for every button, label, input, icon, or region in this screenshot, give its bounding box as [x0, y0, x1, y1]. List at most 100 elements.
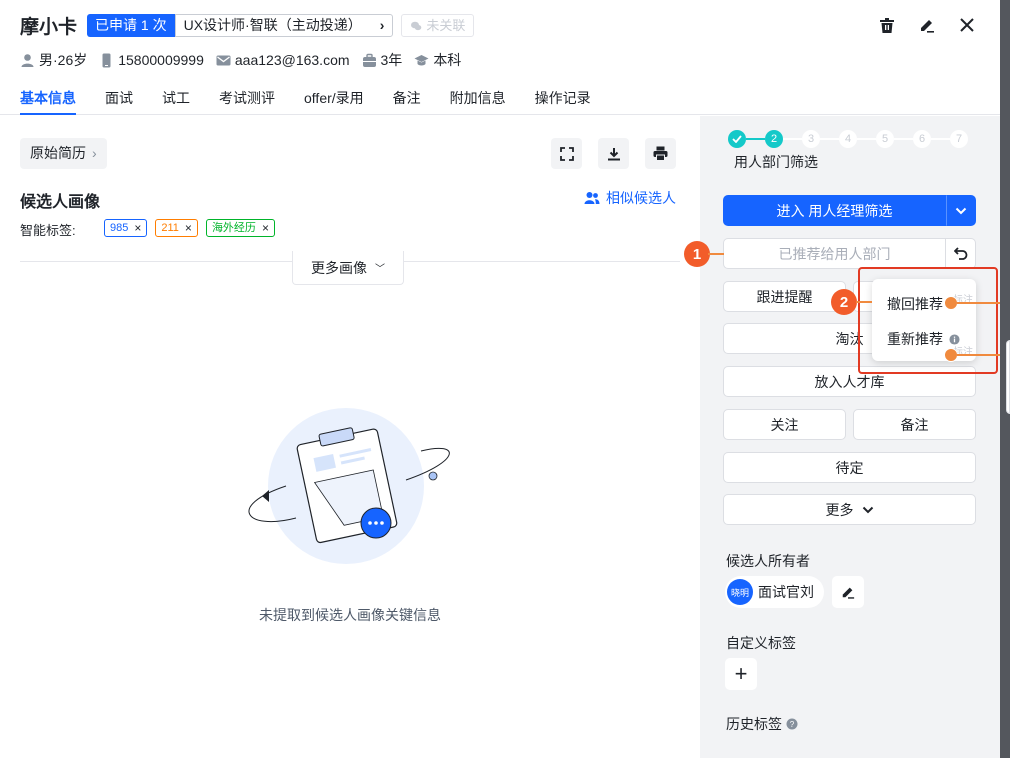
candidate-info-row: 男·26岁 15800009999 aaa123@163.com 3年 本科 — [20, 50, 461, 70]
main-panel: 原始简历 › 候选人画像 相似候选人 智能标签: 985 × 211 × 海外经历 ×… — [0, 116, 700, 758]
portrait-title: 候选人画像 — [20, 194, 101, 211]
stage-stepper: 2 3 4 5 6 7 — [728, 130, 968, 148]
briefcase-icon — [362, 53, 376, 67]
side-panel-edge — [1006, 340, 1010, 414]
similar-candidates-link[interactable]: 相似候选人 — [584, 188, 676, 208]
step-todo: 7 — [950, 130, 968, 148]
tab-offer[interactable]: offer/录用 — [304, 88, 364, 115]
annotation-connector — [708, 253, 724, 255]
step-connector — [931, 138, 950, 140]
enter-next-stage-button[interactable]: 进入 用人经理筛选 — [723, 195, 946, 226]
close-icon[interactable]: × — [262, 220, 269, 236]
tab-trial[interactable]: 试工 — [162, 88, 190, 115]
close-icon[interactable]: × — [185, 220, 192, 236]
users-icon — [584, 192, 600, 204]
original-resume-button[interactable]: 原始简历 › — [20, 138, 107, 169]
add-tag-button[interactable]: + — [725, 658, 757, 690]
plus-icon: + — [734, 661, 748, 686]
pipeline-panel: 2 3 4 5 6 7 用人部门筛选 进入 用人经理筛选 已推荐给用人部门 跟进… — [700, 116, 1000, 758]
undo-recommend-button[interactable] — [945, 238, 976, 269]
chevron-right-icon: › — [92, 145, 97, 161]
education: 本科 — [414, 50, 461, 70]
download-icon — [607, 147, 620, 160]
pending-button[interactable]: 待定 — [723, 452, 976, 483]
chevron-down-icon — [955, 207, 967, 214]
experience: 3年 — [362, 50, 402, 70]
phone: 15800009999 — [99, 52, 204, 68]
annotation-dot — [944, 348, 958, 362]
annotation-marker-1: 1 — [684, 241, 710, 267]
annotation-connector — [957, 354, 1000, 356]
title-row: 摩小卡 已申请 1 次 UX设计师·智联（主动投递） › 未关联 — [20, 12, 475, 39]
annotation-dot — [944, 296, 958, 310]
history-tags-section: 历史标签 ? — [726, 714, 798, 734]
remark-button[interactable]: 备注 — [853, 409, 976, 440]
fullscreen-button[interactable] — [551, 138, 582, 169]
link-status-label: 未关联 — [426, 18, 466, 33]
svg-text:?: ? — [790, 720, 795, 729]
step-done-check-icon — [728, 130, 746, 148]
job-selector[interactable]: UX设计师·智联（主动投递） › — [174, 14, 394, 37]
candidate-header: 摩小卡 已申请 1 次 UX设计师·智联（主动投递） › 未关联 男·26岁 1… — [0, 0, 1000, 115]
tab-basic-info[interactable]: 基本信息 — [20, 88, 76, 115]
step-todo: 4 — [839, 130, 857, 148]
step-connector — [857, 138, 876, 140]
step-connector — [820, 138, 839, 140]
person-icon — [21, 53, 34, 67]
step-connector — [894, 138, 913, 140]
recommended-status: 已推荐给用人部门 — [723, 238, 946, 269]
owner-name: 面试官刘 — [758, 584, 814, 600]
print-button[interactable] — [645, 138, 676, 169]
empty-state-text: 未提取到候选人画像关键信息 — [259, 607, 441, 623]
job-label: UX设计师·智联（主动投递） — [183, 17, 362, 33]
gender-age: 男·26岁 — [20, 50, 87, 70]
withdraw-recommend-item[interactable]: 撤回推荐 — [887, 294, 943, 314]
chevron-right-icon: › — [379, 17, 385, 33]
step-todo: 5 — [876, 130, 894, 148]
more-portrait-button[interactable]: 更多画像 ﹀ — [292, 251, 404, 285]
chevron-down-icon — [862, 506, 873, 513]
step-todo: 6 — [913, 130, 931, 148]
help-icon[interactable]: ? — [786, 718, 798, 730]
trash-icon[interactable] — [878, 16, 896, 34]
avatar: 晓明 — [727, 579, 753, 605]
candidate-name: 摩小卡 — [20, 17, 78, 38]
owner-label: 候选人所有者 — [726, 553, 810, 569]
smart-tag: 211 × — [155, 219, 198, 237]
tab-exam[interactable]: 考试测评 — [219, 88, 275, 115]
tab-additional-info[interactable]: 附加信息 — [450, 88, 506, 115]
chevron-down-icon: ﹀ — [375, 264, 385, 275]
step-current: 2 — [765, 130, 783, 148]
edit-icon — [842, 587, 855, 599]
current-stage-label: 用人部门筛选 — [734, 154, 818, 170]
fullscreen-icon — [559, 146, 574, 161]
phone-icon — [102, 53, 111, 67]
close-icon[interactable] — [958, 16, 976, 34]
attention-button[interactable]: 关注 — [723, 409, 846, 440]
edit-icon[interactable] — [918, 16, 936, 34]
step-connector — [746, 138, 765, 140]
smart-tags: 985 × 211 × 海外经历 × — [104, 219, 275, 237]
tabs: 基本信息 面试 试工 考试测评 offer/录用 备注 附加信息 操作记录 — [20, 88, 591, 115]
edit-owner-button[interactable] — [832, 576, 864, 608]
tab-remarks[interactable]: 备注 — [393, 88, 421, 115]
follow-up-reminder-button[interactable]: 跟进提醒 — [723, 281, 846, 312]
empty-state-illustration — [248, 408, 450, 564]
wechat-icon — [411, 21, 422, 30]
link-status-badge[interactable]: 未关联 — [401, 14, 475, 37]
step-todo: 3 — [802, 130, 820, 148]
email: aaa123@163.com — [216, 52, 350, 68]
header-actions — [878, 16, 976, 34]
tab-operation-log[interactable]: 操作记录 — [535, 88, 591, 115]
stage-dropdown-button[interactable] — [946, 195, 976, 226]
smart-tag: 985 × — [104, 219, 148, 237]
close-icon[interactable]: × — [134, 220, 141, 236]
tab-interview[interactable]: 面试 — [105, 88, 133, 115]
apply-count-badge[interactable]: 已申请 1 次 — [87, 14, 175, 37]
download-button[interactable] — [598, 138, 629, 169]
smart-tag: 海外经历 × — [205, 219, 275, 237]
re-recommend-item[interactable]: 重新推荐 — [887, 329, 960, 349]
annotation-marker-2: 2 — [831, 289, 857, 315]
annotation-connector — [856, 301, 872, 303]
more-actions-button[interactable]: 更多 — [723, 494, 976, 525]
